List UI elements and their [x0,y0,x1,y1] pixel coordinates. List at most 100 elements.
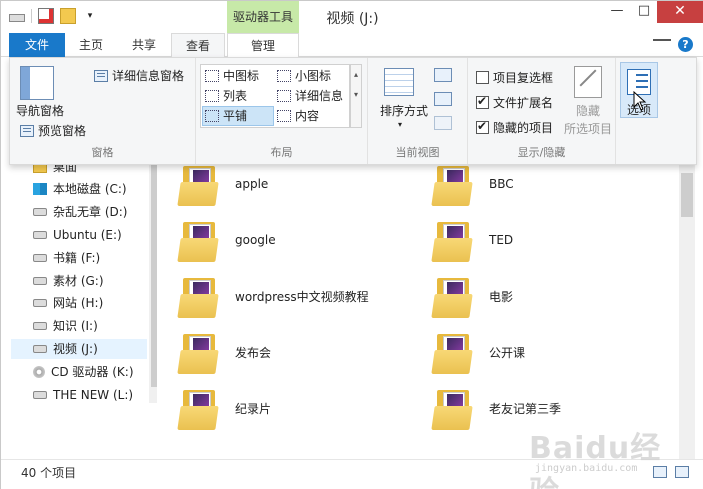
folder-name: 纪录片 [235,401,272,416]
sidebar-item[interactable]: CD 驱动器 (K:) [33,362,134,382]
sort-icon[interactable] [384,68,414,96]
hide-selected-label-2[interactable]: 所选项目 [564,120,612,137]
folder-tile[interactable]: 纪录片 [177,383,272,433]
content-scrollbar[interactable] [679,165,695,459]
small-icons-icon [277,70,291,82]
hide-selected-icon[interactable] [574,66,602,98]
help-icon[interactable]: ? [678,37,693,52]
item-count: 40 个项目 [21,466,77,480]
group-by-icon[interactable] [434,68,452,82]
watermark-url: jingyan.baidu.com [535,463,638,474]
folder-tile[interactable]: 发布会 [177,327,272,377]
watermark-brand: Baidu经验 [529,431,662,489]
folder-icon [431,330,475,374]
tab-file[interactable]: 文件 [9,33,65,57]
tab-share[interactable]: 共享 [119,33,169,57]
collapse-ribbon-icon[interactable] [653,39,671,51]
layout-details[interactable]: 详细信息 [275,86,349,106]
item-checkboxes-toggle[interactable]: 项目复选框 [476,69,553,86]
sort-by-dropdown-icon[interactable]: ▾ [398,120,402,129]
item-checkboxes-checkbox[interactable] [476,71,489,84]
drive-icon [33,299,47,308]
tab-home[interactable]: 主页 [67,33,115,57]
hide-selected-label[interactable]: 隐藏 [576,102,600,119]
sidebar-item[interactable]: THE NEW (L:) [33,385,133,403]
folder-tile[interactable]: 公开课 [431,327,525,377]
folder-name: 发布会 [235,345,272,360]
hidden-items-toggle[interactable]: 隐藏的项目 [476,119,553,136]
folder-tile[interactable]: BBC [431,165,514,209]
folder-name: wordpress中文视频教程 [235,289,369,304]
windows-drive-icon [33,183,47,196]
file-extensions-toggle[interactable]: 文件扩展名 [476,94,553,111]
layout-list[interactable]: 列表 [203,86,275,106]
sort-by-button[interactable]: 排序方式 [380,102,428,119]
sidebar-item[interactable]: 杂乱无章 (D:) [33,202,127,222]
nav-pane-button[interactable]: 导航窗格 [16,102,64,119]
folder-tile[interactable]: 电影 [431,271,513,321]
pane-group: 导航窗格 预览窗格 详细信息窗格 窗格 [10,58,196,164]
folder-icon [431,218,475,262]
folder-tile[interactable]: wordpress中文视频教程 [177,271,369,321]
sidebar-item-label: 知识 (I:) [53,319,98,334]
cd-drive-icon [33,365,45,378]
sidebar-item-label: 视频 (J:) [53,342,98,356]
folder-name: 老友记第三季 [489,401,562,416]
ribbon-panel: 导航窗格 预览窗格 详细信息窗格 窗格 中图标 小图标 列表 详细信息 平铺 内… [9,57,697,165]
sidebar-item[interactable]: 视频 (J:) [11,339,147,359]
nav-pane-label: 导航窗格 [16,104,65,118]
sidebar-item-label: CD 驱动器 (K:) [51,364,134,379]
folder-icon [177,218,221,262]
sidebar-item[interactable]: Ubuntu (E:) [33,225,122,245]
folder-icon [431,386,475,430]
details-pane-label: 详细信息窗格 [112,69,185,83]
sidebar-item[interactable]: 素材 (G:) [33,271,104,291]
folder-tile[interactable]: google [177,215,276,265]
maximize-button[interactable]: □ [631,1,657,23]
layout-option-label: 详细信息 [295,89,344,103]
folder-name: google [235,233,276,247]
layout-medium-icons[interactable]: 中图标 [203,66,275,86]
tab-manage[interactable]: 管理 [227,33,299,58]
sidebar-item-label: THE NEW (L:) [53,387,134,402]
folder-icon [177,165,221,206]
list-icon [205,90,219,102]
drive-icon [33,390,47,399]
folder-name: TED [489,233,514,247]
sidebar-item-label: 书籍 (F:) [53,250,101,265]
hidden-items-checkbox[interactable] [476,119,489,134]
drive-icon [33,253,47,262]
layout-gallery-scroll[interactable]: ▴ ▾ [350,64,362,128]
details-pane-icon [94,69,108,82]
file-extensions-checkbox[interactable] [476,94,489,109]
folder-tile[interactable]: TED [431,215,514,265]
sidebar-item[interactable]: 本地磁盘 (C:) [33,179,127,199]
folder-tile[interactable]: apple [177,165,268,209]
sidebar-item-label: Ubuntu (E:) [53,228,122,242]
sidebar-item-label: 网站 (H:) [53,296,104,311]
layout-content[interactable]: 内容 [275,106,347,126]
sidebar-item[interactable]: 网站 (H:) [33,293,103,313]
window-title: 视频 (J:) [326,11,379,27]
sidebar-item[interactable]: 书籍 (F:) [33,248,100,268]
content-scroll-thumb[interactable] [681,173,693,217]
size-columns-icon[interactable] [434,116,452,130]
file-extensions-label: 文件扩展名 [493,96,554,110]
current-view-group-label: 当前视图 [395,146,440,159]
layout-tiles[interactable]: 平铺 [202,106,274,126]
tab-view[interactable]: 查看 [171,33,225,58]
drive-icon [33,322,47,331]
add-columns-icon[interactable] [434,92,452,106]
preview-pane-icon [20,124,34,137]
details-pane-button[interactable]: 详细信息窗格 [94,67,184,84]
close-button[interactable]: ✕ [657,1,703,23]
minimize-button[interactable]: — [603,1,631,23]
sidebar-item[interactable]: 知识 (I:) [33,316,98,336]
navigation-pane-icon[interactable] [20,66,54,100]
medium-icons-icon [205,70,219,82]
preview-pane-button[interactable]: 预览窗格 [20,122,86,139]
layout-small-icons[interactable]: 小图标 [275,66,347,86]
drive-icon [33,345,47,353]
folder-icon [177,386,221,430]
tiles-icon [205,110,219,122]
